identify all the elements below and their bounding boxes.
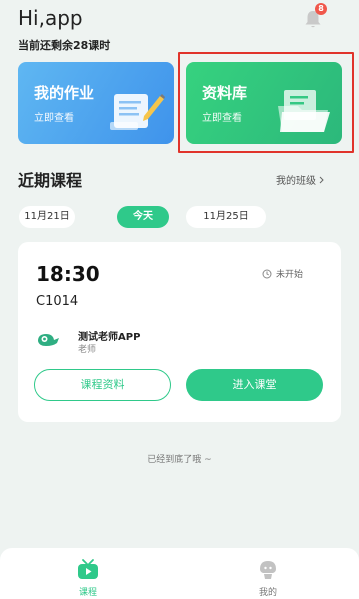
- homework-illustration-icon: [110, 94, 165, 130]
- my-class-link[interactable]: 我的班级: [276, 172, 324, 187]
- homework-card-title: 我的作业: [34, 84, 95, 102]
- greeting-text: Hi,app: [18, 6, 83, 30]
- course-materials-button[interactable]: 课程资料: [34, 369, 171, 401]
- chevron-right-icon: [319, 176, 324, 183]
- date-tab-today[interactable]: 今天: [117, 206, 169, 228]
- teacher-role: 老师: [78, 345, 97, 355]
- my-class-label: 我的班级: [276, 176, 316, 187]
- recent-courses-title: 近期课程: [18, 171, 83, 190]
- homework-card[interactable]: 我的作业 立即查看: [18, 62, 174, 144]
- tab-lessons[interactable]: 课程: [58, 558, 118, 598]
- header: Hi,app 当前还剩余28课时 8: [0, 0, 359, 55]
- end-of-list-note: 已经到底了哦 ~: [147, 455, 212, 465]
- date-tab-prev[interactable]: 11月21日: [19, 206, 75, 228]
- date-tab-next[interactable]: 11月25日: [186, 206, 266, 228]
- lesson-status-label: 未开始: [276, 270, 304, 280]
- bottom-tab-bar: 课程 我的: [0, 548, 359, 599]
- tab-mine-label: 我的: [258, 588, 277, 598]
- user-profile-icon: [260, 561, 276, 579]
- teacher-name: 测试老师APP: [78, 332, 141, 343]
- tab-lessons-label: 课程: [78, 588, 97, 598]
- lesson-status: 未开始: [262, 267, 303, 280]
- enter-classroom-button[interactable]: 进入课堂: [186, 369, 323, 401]
- lesson-time: 18:30: [36, 262, 100, 286]
- library-highlight-box: [178, 52, 354, 153]
- homework-card-subtitle: 立即查看: [34, 113, 74, 124]
- tab-mine[interactable]: 我的: [238, 558, 298, 598]
- notification-badge: 8: [315, 3, 327, 15]
- clock-icon: [262, 269, 272, 278]
- lesson-card: 18:30 未开始 C1014 测试老师APP 老师 课程资料 进入课堂: [18, 242, 341, 422]
- lesson-code: C1014: [36, 294, 79, 309]
- remaining-hours-text: 当前还剩余28课时: [18, 39, 111, 52]
- teacher-avatar: [38, 334, 59, 346]
- tv-play-icon: [78, 559, 98, 579]
